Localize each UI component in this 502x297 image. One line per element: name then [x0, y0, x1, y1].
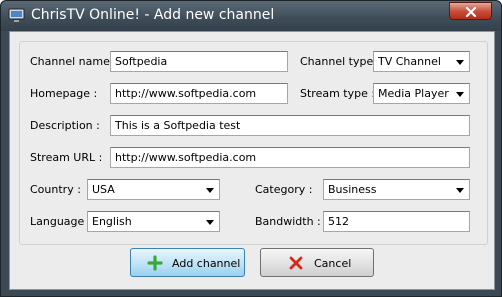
country-select[interactable]: USA — [87, 179, 220, 200]
stream-type-label: Stream type : — [300, 87, 376, 100]
dialog-window: ChrisTV Online! - Add new channel Channe… — [0, 0, 502, 297]
stream-type-select[interactable]: Media Player — [373, 83, 470, 104]
language-value: English — [92, 215, 132, 228]
dialog-body: Channel name : Softpedia Channel type : … — [9, 31, 495, 290]
bandwidth-label: Bandwidth : — [255, 215, 321, 228]
category-value: Business — [328, 183, 377, 196]
cancel-label: Cancel — [314, 257, 352, 270]
language-label: Language : — [30, 215, 92, 228]
channel-name-label: Channel name : — [30, 55, 118, 68]
cancel-button[interactable]: Cancel — [260, 248, 374, 277]
close-icon — [465, 7, 477, 17]
title-bar[interactable]: ChrisTV Online! - Add new channel — [1, 1, 501, 31]
add-channel-label: Add channel — [172, 257, 241, 270]
chevron-down-icon — [456, 92, 464, 97]
country-label: Country : — [30, 183, 81, 196]
category-label: Category : — [255, 183, 313, 196]
window-title: ChrisTV Online! - Add new channel — [31, 7, 275, 23]
description-input[interactable]: This is a Softpedia test — [110, 115, 470, 136]
homepage-input[interactable]: http://www.softpedia.com — [110, 83, 288, 104]
channel-form-group: Channel name : Softpedia Channel type : … — [19, 41, 488, 245]
country-value: USA — [92, 183, 115, 196]
category-select[interactable]: Business — [323, 179, 470, 200]
channel-name-input[interactable]: Softpedia — [110, 51, 288, 72]
description-label: Description : — [30, 119, 100, 132]
add-channel-button[interactable]: Add channel — [130, 248, 245, 277]
close-button[interactable] — [449, 2, 492, 20]
chevron-down-icon — [456, 60, 464, 65]
plus-icon — [147, 255, 163, 271]
stream-url-input[interactable]: http://www.softpedia.com — [110, 147, 470, 168]
x-icon — [288, 255, 304, 271]
channel-type-label: Channel type : — [300, 55, 381, 68]
channel-type-select[interactable]: TV Channel — [373, 51, 470, 72]
chevron-down-icon — [206, 220, 214, 225]
chevron-down-icon — [206, 188, 214, 193]
language-select[interactable]: English — [87, 211, 220, 232]
stream-url-label: Stream URL : — [30, 151, 103, 164]
stream-type-value: Media Player — [378, 87, 449, 100]
chevron-down-icon — [456, 188, 464, 193]
homepage-label: Homepage : — [30, 87, 98, 100]
channel-type-value: TV Channel — [378, 55, 441, 68]
bandwidth-input[interactable]: 512 — [323, 211, 470, 232]
monitor-icon — [8, 8, 25, 23]
